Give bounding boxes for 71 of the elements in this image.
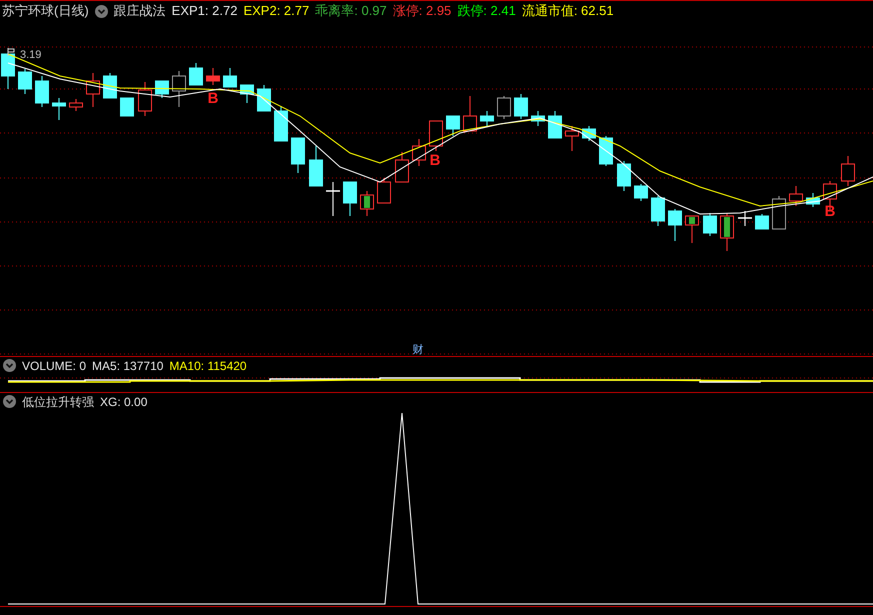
candlestick	[841, 156, 855, 186]
candlestick	[514, 94, 528, 120]
candlestick	[103, 72, 117, 98]
candlestick	[240, 84, 254, 104]
candlestick	[120, 98, 134, 116]
candlestick	[274, 106, 288, 142]
candlestick	[189, 62, 203, 86]
flag-icon	[8, 48, 14, 56]
candlestick	[223, 68, 237, 88]
candlestick	[497, 96, 511, 120]
indicator-value: 流通市值: 62.51	[522, 2, 614, 20]
candlestick	[291, 138, 305, 174]
dropdown-icon[interactable]	[3, 359, 16, 372]
indicator-value: XG: 0.00	[100, 394, 148, 410]
candlestick	[548, 110, 562, 138]
candlestick	[206, 68, 220, 86]
candlestick	[617, 160, 631, 192]
indicator-value: 乖离率: 0.97	[315, 2, 387, 20]
indicator-value: EXP2: 2.77	[243, 2, 310, 20]
candlestick	[634, 184, 648, 202]
buy-signal-marker: B	[824, 203, 836, 220]
candlestick	[360, 190, 374, 216]
indicator-value: 涨停: 2.95	[392, 2, 452, 20]
candlestick	[69, 98, 83, 112]
dropdown-icon[interactable]	[94, 4, 108, 18]
candlestick	[377, 178, 391, 204]
buy-signal-marker: B	[208, 90, 218, 107]
indicator-value: EXP1: 2.72	[172, 2, 238, 20]
candlestick	[565, 126, 579, 152]
candlestick	[480, 110, 494, 126]
candlestick	[582, 126, 596, 142]
candlestick	[1, 50, 15, 90]
candlestick	[651, 196, 665, 226]
candlestick	[703, 212, 717, 236]
stock-title: 苏宁环球(日线)	[2, 2, 89, 20]
indicator-value: MA5: 137710	[92, 358, 164, 374]
price-label: 3.19	[20, 49, 42, 61]
candlestick	[446, 116, 460, 136]
candlestick	[86, 72, 100, 108]
candlestick	[172, 70, 186, 108]
candlestick	[772, 196, 786, 230]
candlestick	[309, 146, 323, 186]
candlestick	[395, 152, 409, 182]
candlestick	[531, 110, 545, 126]
candlestick	[668, 208, 682, 242]
candlestick	[52, 98, 66, 120]
candlestick	[138, 82, 152, 116]
candlestick	[685, 216, 699, 244]
candlestick	[738, 210, 752, 226]
candlestick	[429, 120, 443, 152]
candlestick	[343, 182, 357, 216]
candlestick	[155, 80, 169, 98]
candlestick	[599, 136, 613, 166]
candlestick	[755, 214, 769, 230]
candlestick	[412, 138, 426, 166]
dropdown-icon[interactable]	[3, 395, 16, 408]
event-marker[interactable]: 财	[412, 343, 424, 356]
candlestick	[257, 84, 271, 112]
indicator-value: MA10: 115420	[169, 358, 247, 374]
indicator-name: 低位拉升转强	[22, 394, 94, 410]
candlestick	[806, 192, 820, 208]
buy-signal-marker: B	[430, 152, 440, 169]
candlestick	[35, 76, 49, 108]
candlestick	[720, 212, 734, 252]
candlestick	[326, 182, 340, 216]
candlestick	[789, 186, 803, 206]
indicator-value: VOLUME: 0	[22, 358, 86, 374]
indicator-value: 跌停: 2.41	[457, 2, 516, 20]
candlestick	[18, 68, 32, 94]
candlestick	[463, 96, 477, 132]
indicator-name: 跟庄战法	[114, 2, 166, 20]
